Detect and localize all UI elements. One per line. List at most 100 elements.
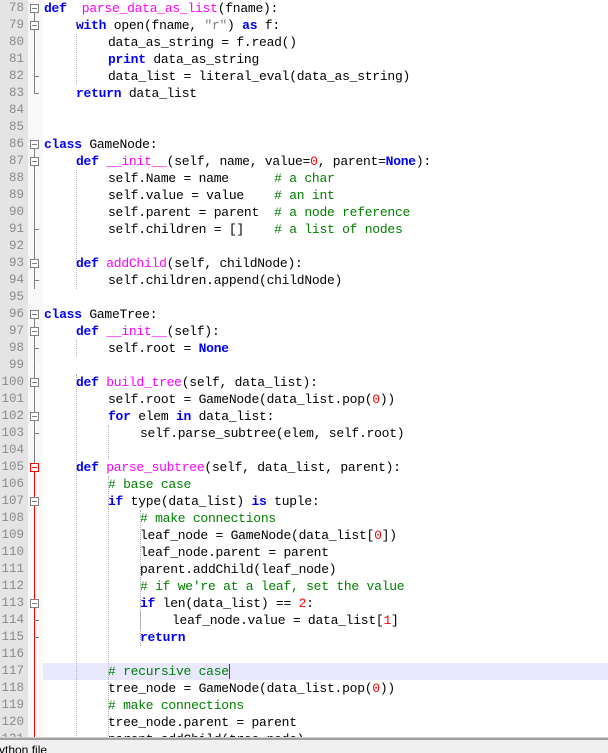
line-number: 79 [8, 18, 24, 32]
fold-end-marker [34, 348, 39, 349]
token: self.parent = parent [108, 205, 275, 220]
token-kw: def [76, 375, 99, 390]
line-number: 110 [1, 545, 24, 559]
token: )) [379, 392, 395, 407]
code-line[interactable]: 93 def addChild(self, childNode): [0, 255, 608, 272]
token: type(data_list) [123, 494, 252, 509]
code-line[interactable]: 118 tree_node = GameNode(data_list.pop(0)… [0, 680, 608, 697]
code-line[interactable]: 110 leaf_node.parent = parent [0, 544, 608, 561]
code-line[interactable]: 117 # recursive case [1, 663, 608, 680]
code-text: # if we're at a leaf, set the value [140, 578, 405, 595]
code-line[interactable]: 99 [0, 357, 608, 374]
fold-toggle-icon[interactable] [30, 412, 39, 421]
token: , parent= [317, 154, 386, 169]
code-line[interactable]: 92 [0, 238, 608, 255]
code-text: self.parse_subtree(elem, self.root) [140, 425, 405, 442]
code-line[interactable]: 109 leaf_node = GameNode(data_list[0]) [0, 527, 608, 544]
code-line[interactable]: 104 [0, 442, 608, 459]
fold-toggle-icon[interactable] [30, 378, 39, 387]
code-line[interactable]: 88 self.Name = name # a char [0, 170, 608, 187]
line-number: 113 [1, 596, 24, 610]
code-line[interactable]: 113 if len(data_list) == 2: [0, 595, 608, 612]
token: ]) [381, 528, 397, 543]
line-number: 120 [1, 715, 24, 729]
fold-line [34, 149, 35, 289]
fold-toggle-icon[interactable] [30, 310, 39, 319]
code-line[interactable]: 98 self.root = None [0, 340, 608, 357]
token-fn: parse_data_as_list [81, 1, 218, 16]
line-number: 82 [8, 69, 24, 83]
code-text: def __init__(self, name, value=0, parent… [76, 153, 431, 170]
token: self.root = [108, 341, 199, 356]
code-line[interactable]: 102 for elem in data_list: [0, 408, 608, 425]
line-number: 111 [1, 562, 24, 576]
code-line[interactable]: 115 return [0, 629, 608, 646]
indent-guide [76, 374, 77, 737]
line-number: 99 [8, 358, 24, 372]
code-text: self.Name = name # a char [108, 170, 335, 187]
token-kw: def [76, 460, 99, 475]
token-fn: addChild [106, 256, 167, 271]
code-line[interactable]: 82 data_list = literal_eval(data_as_strin… [0, 68, 608, 85]
line-number: 101 [1, 392, 24, 406]
fold-toggle-icon[interactable] [30, 4, 39, 13]
code-line[interactable]: 94 self.children.append(childNode) [0, 272, 608, 289]
fold-toggle-icon[interactable] [30, 21, 39, 30]
code-editor[interactable]: 78 def parse_data_as_list(fname): 79 with o… [0, 0, 608, 737]
code-line[interactable]: 100 def build_tree(self, data_list): [0, 374, 608, 391]
code-line[interactable]: 87 def __init__(self, name, value=0, pare… [0, 153, 608, 170]
token: ] [391, 613, 399, 628]
code-line[interactable]: 79 with open(fname, "r") as f: [0, 17, 608, 34]
indent-guide [76, 340, 77, 357]
code-text: self.parent = parent # a node reference [108, 204, 410, 221]
line-number: 106 [1, 477, 24, 491]
code-line[interactable]: 111 parent.addChild(leaf_node) [0, 561, 608, 578]
code-line[interactable]: 106 # base case [0, 476, 608, 493]
code-line[interactable]: 103 self.parse_subtree(elem, self.root) [0, 425, 608, 442]
line-number: 81 [8, 52, 24, 66]
code-text: return data_list [76, 85, 197, 102]
code-text: leaf_node.value = data_list[1] [172, 612, 399, 629]
token-kw: class [44, 137, 82, 152]
code-line[interactable]: 90 self.parent = parent # a node referenc… [0, 204, 608, 221]
token-kw: None [385, 154, 416, 169]
token-kw: class [44, 307, 82, 322]
token: elem [130, 409, 176, 424]
text-caret [229, 664, 230, 679]
line-number: 103 [1, 426, 24, 440]
code-line[interactable]: 89 self.value = value # an int [0, 187, 608, 204]
code-line[interactable]: 81 print data_as_string [0, 51, 608, 68]
code-line[interactable]: 97 def __init__(self): [0, 323, 608, 340]
code-line[interactable]: 83 return data_list [0, 85, 608, 102]
fold-toggle-icon[interactable] [30, 140, 39, 149]
code-line[interactable]: 95 [0, 289, 608, 306]
code-line[interactable]: 112 # if we're at a leaf, set the value [0, 578, 608, 595]
code-line[interactable]: 84 [0, 102, 608, 119]
token: leaf_node = GameNode(data_list[ [140, 528, 375, 543]
code-text: leaf_node = GameNode(data_list[0]) [140, 527, 397, 544]
code-line[interactable]: 120 tree_node.parent = parent [0, 714, 608, 731]
code-line[interactable]: 91 self.children = [] # a list of nodes [0, 221, 608, 238]
code-line[interactable]: 78 def parse_data_as_list(fname): [0, 0, 608, 17]
fold-toggle-icon[interactable] [30, 463, 39, 472]
line-number: 107 [1, 494, 24, 508]
fold-toggle-icon[interactable] [30, 497, 39, 506]
line-number: 94 [8, 273, 24, 287]
code-line[interactable]: 116 [0, 646, 608, 663]
code-line[interactable]: 85 [0, 119, 608, 136]
fold-toggle-icon[interactable] [30, 599, 39, 608]
code-line[interactable]: 114 leaf_node.value = data_list[1] [0, 612, 608, 629]
code-line[interactable]: 119 # make connections [0, 697, 608, 714]
code-line[interactable]: 80 data_as_string = f.read() [0, 34, 608, 51]
code-line[interactable]: 105 def parse_subtree(self, data_list, pa… [0, 459, 608, 476]
code-line[interactable]: 108 # make connections [0, 510, 608, 527]
code-line[interactable]: 101 self.root = GameNode(data_list.pop(0)… [0, 391, 608, 408]
code-line[interactable]: 86 class GameNode: [0, 136, 608, 153]
token: data_as_string = f.read() [108, 35, 297, 50]
fold-toggle-icon[interactable] [30, 157, 39, 166]
code-line[interactable]: 96 class GameTree: [0, 306, 608, 323]
line-number: 93 [8, 256, 24, 270]
code-line[interactable]: 107 if type(data_list) is tuple: [0, 493, 608, 510]
fold-toggle-icon[interactable] [30, 327, 39, 336]
fold-toggle-icon[interactable] [30, 259, 39, 268]
